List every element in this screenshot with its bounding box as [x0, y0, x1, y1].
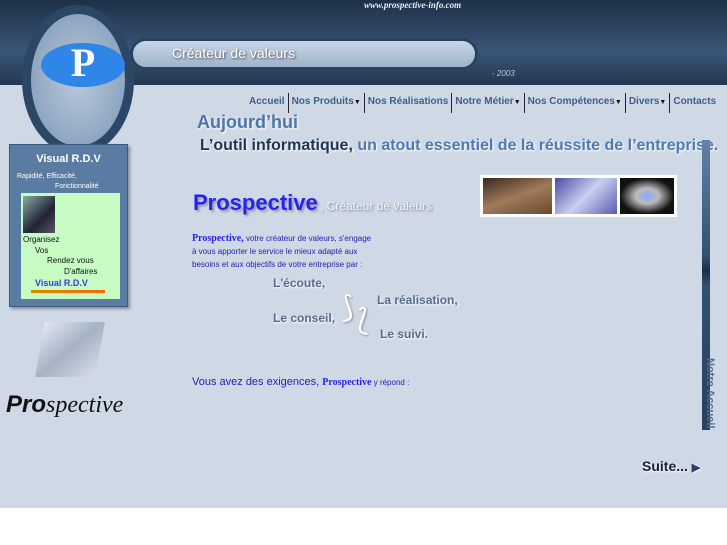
nav-label: Contacts — [673, 96, 717, 107]
brand-title: Prospective — [193, 190, 318, 215]
heading-tool: L’outil informatique, un atout essentiel… — [200, 137, 718, 155]
dropdown-caret-icon[interactable]: ▼ — [514, 99, 521, 106]
arrow-icon — [31, 290, 105, 293]
brand-subtitle: , Créateur de valeurs — [320, 199, 433, 213]
suite-label: Suite... — [642, 458, 688, 474]
widget-line: Rendez vous — [47, 256, 94, 265]
widget-line: D'affaires — [64, 267, 98, 276]
tagline: Créateur de valeurs — [172, 45, 295, 61]
widget-subtitle: Rapidité, Efficacité, — [17, 173, 77, 180]
logo-part: spective — [46, 392, 124, 418]
nav-label: Nos Produits — [291, 96, 354, 107]
nav-item-divers[interactable]: Divers▼ — [626, 93, 671, 113]
cycle-arrow-icon: ⟅ — [357, 304, 369, 337]
nav-label: Notre Métier — [455, 96, 514, 107]
nav-label: Nos Réalisations — [367, 96, 449, 107]
visual-rdv-link[interactable]: Visual R.D.V — [35, 278, 88, 288]
nav-menu: Accueil Nos Produits▼ Nos Réalisations Notr… — [246, 93, 719, 113]
brand-name: Prospective, — [192, 233, 244, 244]
intro-line: besoins et aux objectifs de votre entrep… — [192, 260, 363, 269]
nav-item-notre-métier[interactable]: Notre Métier▼ — [452, 93, 525, 113]
nav-label: Nos Compétences — [527, 96, 615, 107]
intro-line: à vous apporter le service le mieux adap… — [192, 247, 358, 256]
nav-item-nos-réalisations[interactable]: Nos Réalisations — [365, 93, 453, 113]
play-arrow-icon: ▶ — [691, 462, 701, 474]
business-people-photo — [23, 196, 55, 233]
year: - 2003 — [492, 69, 515, 78]
dropdown-caret-icon[interactable]: ▼ — [659, 99, 666, 106]
widget-line: Vos — [35, 246, 49, 255]
dropdown-caret-icon[interactable]: ▼ — [615, 99, 622, 106]
widget-ad[interactable]: Organisez Vos Rendez vous D'affaires Vis… — [21, 193, 120, 299]
nav-label: Accueil — [249, 96, 285, 107]
laptop-photo — [555, 178, 617, 214]
widget-title: Visual R.D.V — [36, 153, 101, 165]
requirements-text: Vous avez des exigences, Prospective y r… — [192, 376, 409, 388]
heading-highlight: un atout essentiel de la réussite de l’e… — [357, 137, 719, 154]
side-tab-notre-accueil[interactable]: Notre Accueil — [704, 358, 716, 429]
computer-photo — [619, 178, 674, 214]
heading-today: Aujourd’hui — [197, 112, 298, 132]
widget-line: Organisez — [23, 235, 60, 244]
nav-label: Divers — [628, 96, 660, 107]
intro-text: Prospective, votre créateur de valeurs, … — [192, 232, 371, 271]
prospective-logo: Prospective — [6, 391, 123, 419]
text-part: y répond : — [371, 378, 410, 387]
papers-image — [35, 322, 105, 377]
cycle-arrow-icon: ⟆ — [342, 291, 354, 324]
page: www.prospective-info.com Créateur de val… — [0, 0, 727, 508]
photo-strip — [480, 175, 677, 217]
widget-subtitle: Fonctionnalité — [55, 183, 99, 190]
logo-icon[interactable]: P — [41, 43, 125, 87]
nav-item-nos-compétences[interactable]: Nos Compétences▼ — [525, 93, 626, 113]
nav-item-accueil[interactable]: Accueil — [246, 93, 289, 113]
step-realisation: La réalisation, — [377, 293, 458, 307]
keyboard-photo — [483, 178, 553, 214]
nav-item-nos-produits[interactable]: Nos Produits▼ — [289, 93, 365, 113]
logo-part: Pro — [6, 391, 47, 418]
dropdown-caret-icon[interactable]: ▼ — [354, 99, 361, 106]
text-part: Vous avez des exigences, — [192, 376, 323, 388]
heading-part: L’outil informatique, — [200, 137, 358, 154]
site-url: www.prospective-info.com — [364, 0, 462, 10]
step-listening: L'écoute, — [273, 276, 326, 290]
step-followup: Le suivi. — [380, 327, 429, 341]
visual-rdv-widget[interactable]: Visual R.D.V Rapidité, Efficacité, Fonct… — [9, 144, 128, 307]
intro-line: votre créateur de valeurs, s'engage — [243, 234, 372, 243]
step-advice: Le conseil, — [273, 311, 336, 325]
brand-name: Prospective — [322, 377, 372, 388]
nav-item-contacts[interactable]: Contacts — [670, 93, 719, 113]
suite-link[interactable]: Suite... ▶ — [642, 458, 700, 474]
